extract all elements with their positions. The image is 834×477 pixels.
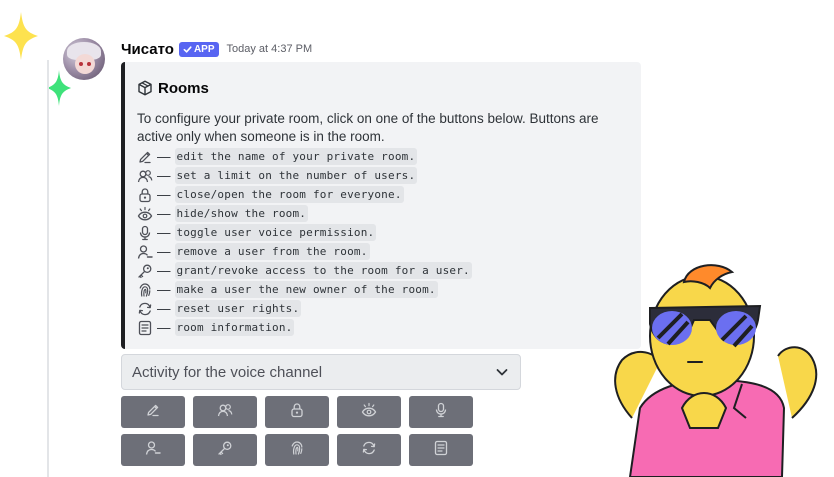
- reset-rights-button[interactable]: [337, 434, 401, 466]
- voice-permission-button[interactable]: [409, 396, 473, 428]
- transfer-owner-button[interactable]: [265, 434, 329, 466]
- list-item-text: hide/show the room.: [174, 205, 309, 222]
- list-item: — edit the name of your private room.: [137, 147, 629, 166]
- embed-title-text: Rooms: [158, 79, 209, 97]
- app-badge-label: APP: [193, 43, 215, 55]
- microphone-icon: [433, 402, 449, 423]
- dash: —: [157, 301, 171, 316]
- dash: —: [157, 244, 171, 259]
- room-info-button[interactable]: [409, 434, 473, 466]
- activity-select[interactable]: Activity for the voice channel: [121, 354, 521, 390]
- user-remove-icon: [145, 440, 161, 461]
- document-icon: [433, 440, 449, 461]
- dash: —: [157, 168, 171, 183]
- dash: —: [157, 187, 171, 202]
- list-item: — remove a user from the room.: [137, 242, 629, 261]
- user-limit-button[interactable]: [193, 396, 257, 428]
- refresh-icon: [137, 301, 153, 317]
- sparkle-green-icon: [47, 70, 71, 106]
- list-item-text: make a user the new owner of the room.: [174, 281, 438, 298]
- embed: Rooms To configure your private room, cl…: [121, 62, 641, 349]
- list-item: — grant/revoke access to the room for a u…: [137, 261, 629, 280]
- dash: —: [157, 149, 171, 164]
- lock-icon: [137, 187, 153, 203]
- dash: —: [157, 263, 171, 278]
- microphone-icon: [137, 225, 153, 241]
- list-item: — close/open the room for everyone.: [137, 185, 629, 204]
- key-icon: [217, 440, 233, 461]
- embed-title: Rooms: [137, 76, 629, 100]
- activity-select-placeholder: Activity for the voice channel: [132, 363, 323, 381]
- access-button[interactable]: [193, 434, 257, 466]
- list-item: — make a user the new owner of the room.: [137, 280, 629, 299]
- users-icon: [137, 168, 153, 184]
- pencil-icon: [137, 149, 153, 165]
- username[interactable]: Чисато: [121, 41, 174, 58]
- list-item-text: remove a user from the room.: [174, 243, 370, 260]
- app-badge: APP: [178, 41, 219, 57]
- dash: —: [157, 282, 171, 297]
- users-icon: [217, 402, 233, 423]
- list-item-text: edit the name of your private room.: [174, 148, 418, 165]
- key-icon: [137, 263, 153, 279]
- document-icon: [137, 320, 153, 336]
- fingerprint-icon: [289, 440, 305, 461]
- list-item-text: grant/revoke access to the room for a us…: [174, 262, 472, 279]
- chevron-down-icon: [496, 369, 508, 376]
- pencil-icon: [145, 402, 161, 423]
- dash: —: [157, 320, 171, 335]
- refresh-icon: [361, 440, 377, 461]
- embed-list: — edit the name of your private room. — se…: [137, 147, 629, 337]
- list-item-text: toggle user voice permission.: [174, 224, 377, 241]
- avatar[interactable]: [63, 38, 105, 80]
- hide-room-button[interactable]: [337, 396, 401, 428]
- list-item-text: room information.: [174, 319, 295, 336]
- list-item: — set a limit on the number of users.: [137, 166, 629, 185]
- fingerprint-icon: [137, 282, 153, 298]
- cube-icon: [138, 80, 152, 96]
- remove-user-button[interactable]: [121, 434, 185, 466]
- user-remove-icon: [137, 244, 153, 260]
- list-item: — reset user rights.: [137, 299, 629, 318]
- lock-icon: [289, 402, 305, 423]
- dash: —: [157, 206, 171, 221]
- eye-icon: [361, 402, 377, 423]
- edit-name-button[interactable]: [121, 396, 185, 428]
- message-header: Чисато APP Today at 4:37 PM: [121, 40, 312, 58]
- list-item-text: close/open the room for everyone.: [174, 186, 404, 203]
- list-item-text: reset user rights.: [174, 300, 302, 317]
- embed-description: To configure your private room, click on…: [137, 111, 599, 144]
- list-item: — hide/show the room.: [137, 204, 629, 223]
- mascot-illustration: [614, 264, 818, 477]
- list-item-text: set a limit on the number of users.: [174, 167, 418, 184]
- timestamp[interactable]: Today at 4:37 PM: [227, 43, 313, 55]
- list-item: — toggle user voice permission.: [137, 223, 629, 242]
- checkmark-icon: [183, 45, 192, 53]
- dash: —: [157, 225, 171, 240]
- lock-room-button[interactable]: [265, 396, 329, 428]
- list-item: — room information.: [137, 318, 629, 337]
- thread-line: [47, 60, 49, 477]
- sparkle-yellow-icon: [4, 12, 38, 60]
- eye-icon: [137, 206, 153, 222]
